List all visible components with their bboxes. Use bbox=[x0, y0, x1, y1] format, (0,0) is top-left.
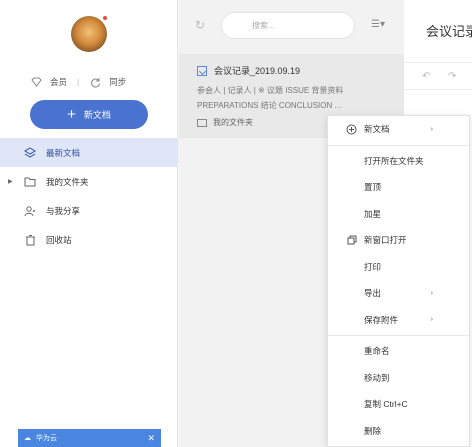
menu-item-label: 复制 Ctrl+C bbox=[364, 399, 408, 410]
document-preview-line: 参会人 | 记录人 | ※ 议题 ISSUE 背景资料 bbox=[197, 86, 344, 95]
share-users-icon bbox=[24, 205, 36, 217]
submenu-arrow-icon: › bbox=[430, 289, 433, 297]
editor-toolbar: ↶ ↷ bbox=[404, 62, 472, 90]
menu-item-label: 重命名 bbox=[364, 346, 390, 357]
menu-item-rename[interactable]: 重命名 bbox=[328, 338, 469, 365]
menu-item-label: 加星 bbox=[364, 208, 382, 219]
menu-item-label: 置顶 bbox=[364, 182, 382, 193]
close-icon[interactable]: ✕ bbox=[147, 433, 155, 444]
folder-icon bbox=[24, 176, 36, 188]
folder-icon bbox=[197, 118, 207, 127]
sidebar-item-recent[interactable]: 最新文档 bbox=[0, 138, 178, 167]
menu-item-new-document[interactable]: 新文档 › bbox=[328, 116, 469, 143]
menu-item-label: 打开所在文件夹 bbox=[364, 155, 424, 166]
editor-title[interactable]: 会议记录 bbox=[426, 21, 472, 40]
undo-icon[interactable]: ↶ bbox=[422, 71, 430, 82]
expand-caret-icon[interactable]: ▶ bbox=[8, 178, 13, 185]
menu-divider bbox=[328, 144, 469, 146]
sync-icon bbox=[89, 76, 101, 88]
menu-item-label: 打印 bbox=[364, 261, 382, 272]
menu-item-pin[interactable]: 置顶 bbox=[328, 174, 469, 201]
menu-item-label: 导出 bbox=[364, 288, 382, 299]
sidebar-item-label: 与我分享 bbox=[46, 205, 81, 216]
sidebar-item-label: 最新文档 bbox=[46, 147, 81, 158]
sidebar: 会员 | 同步 + 新文档 最新文档 ▶ 我的文件夹 与我分享 回收站 ☁ 华为… bbox=[0, 0, 178, 447]
promo-banner[interactable]: ☁ 华为云 ✕ bbox=[18, 429, 161, 447]
list-toolbar: ↻ 搜索... ☰▾ bbox=[179, 0, 404, 50]
divider: | bbox=[77, 77, 80, 87]
sync-link[interactable]: 同步 bbox=[109, 76, 126, 88]
document-folder: 我的文件夹 bbox=[213, 118, 253, 127]
menu-item-label: 保存附件 bbox=[364, 314, 399, 325]
menu-item-label: 新文档 bbox=[364, 124, 390, 135]
menu-item-open-new-window[interactable]: 新窗口打开 bbox=[328, 227, 469, 254]
menu-item-export[interactable]: 导出 › bbox=[328, 280, 469, 307]
sidebar-nav: 最新文档 ▶ 我的文件夹 与我分享 回收站 bbox=[0, 138, 178, 254]
member-sync-row: 会员 | 同步 bbox=[30, 75, 150, 89]
context-menu: 新文档 › 打开所在文件夹 置顶 加星 新窗口打开 打印 导出 › 保存附件 ›… bbox=[327, 115, 470, 447]
menu-item-delete[interactable]: 删除 bbox=[328, 418, 469, 445]
redo-icon[interactable]: ↷ bbox=[448, 71, 456, 82]
search-placeholder: 搜索... bbox=[252, 21, 275, 30]
sidebar-item-label: 回收站 bbox=[46, 234, 72, 245]
search-input[interactable]: 搜索... bbox=[221, 12, 355, 39]
sidebar-item-trash[interactable]: 回收站 bbox=[0, 225, 178, 254]
document-preview-line: PREPARATIONS 结论 CONCLUSION ... bbox=[197, 101, 342, 110]
menu-item-copy[interactable]: 复制 Ctrl+C bbox=[328, 391, 469, 418]
menu-item-print[interactable]: 打印 bbox=[328, 254, 469, 281]
layers-icon bbox=[24, 146, 36, 159]
submenu-arrow-icon: › bbox=[430, 316, 433, 324]
refresh-icon[interactable]: ↻ bbox=[195, 18, 205, 32]
sidebar-item-shared[interactable]: 与我分享 bbox=[0, 196, 178, 225]
menu-item-label: 新窗口打开 bbox=[364, 235, 407, 246]
menu-item-label: 删除 bbox=[364, 425, 382, 436]
diamond-icon bbox=[30, 76, 42, 88]
sidebar-item-my-folders[interactable]: ▶ 我的文件夹 bbox=[0, 167, 178, 196]
menu-item-save-attachment[interactable]: 保存附件 › bbox=[328, 307, 469, 334]
new-document-label: 新文档 bbox=[83, 110, 111, 120]
window-icon bbox=[346, 235, 357, 246]
plus-circle-icon bbox=[346, 124, 357, 135]
document-title: 会议记录_2019.09.19 bbox=[214, 66, 301, 76]
menu-divider bbox=[328, 335, 469, 336]
document-icon bbox=[197, 65, 207, 76]
submenu-arrow-icon: › bbox=[430, 125, 433, 133]
member-link[interactable]: 会员 bbox=[50, 76, 67, 88]
new-document-button[interactable]: + 新文档 bbox=[30, 100, 148, 129]
menu-item-star[interactable]: 加星 bbox=[328, 201, 469, 228]
promo-label: 华为云 bbox=[36, 435, 57, 442]
trash-icon bbox=[24, 234, 36, 246]
plus-icon: + bbox=[67, 106, 76, 123]
menu-item-label: 移动到 bbox=[364, 372, 390, 383]
avatar[interactable] bbox=[71, 16, 107, 52]
notification-dot bbox=[102, 15, 108, 21]
menu-item-open-folder[interactable]: 打开所在文件夹 bbox=[328, 148, 469, 175]
sidebar-item-label: 我的文件夹 bbox=[46, 176, 89, 187]
menu-item-move-to[interactable]: 移动到 bbox=[328, 365, 469, 392]
list-view-icon[interactable]: ☰▾ bbox=[371, 19, 385, 30]
cloud-icon: ☁ bbox=[24, 435, 31, 442]
